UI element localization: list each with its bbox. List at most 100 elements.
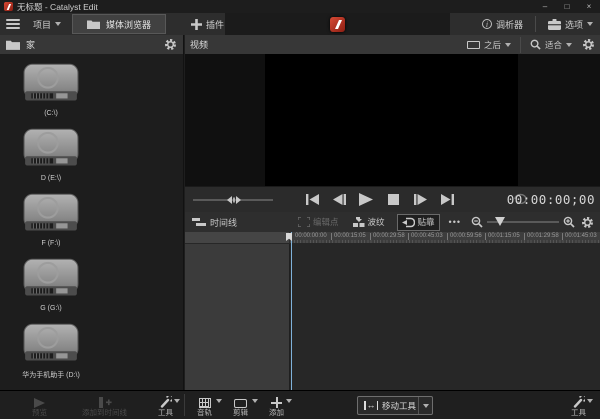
ruler-tick-label: 00:01:45:03 [562,233,597,240]
timeline-ruler[interactable]: 00:00:00:00 00:00:15:05 00:00:29:58 00:0… [185,232,600,243]
folder-icon [87,19,100,29]
gear-icon[interactable] [581,216,594,229]
plugins-label: 插件 [206,18,224,31]
play-button[interactable] [357,190,375,208]
preview-label: 预览 [32,409,47,417]
video-frame [265,54,518,186]
caret-down-icon [286,399,292,403]
timeline-track-area[interactable] [185,243,600,390]
add-button[interactable]: 添加 [269,397,284,417]
caret-down-icon [505,43,511,47]
project-menu[interactable]: 项目 [26,13,68,35]
edit-point-button[interactable]: 编辑点 [294,212,343,232]
ripple-button[interactable]: 波纹 [349,212,389,232]
hdd-icon [22,62,80,108]
edit-point-icon [298,217,310,227]
shuttle-handle-icon[interactable] [227,196,241,204]
divider [184,394,185,416]
tab-media-browser[interactable]: 媒体浏览器 [72,14,166,34]
close-button[interactable]: × [578,0,600,13]
snap-button[interactable]: 贴靠 [397,214,440,231]
divider [520,37,521,53]
add-to-timeline-button[interactable]: 添加到时间线 [82,397,127,417]
video-preview-area [185,54,600,186]
previous-frame-button[interactable] [330,190,348,208]
options-label: 选项 [565,18,583,31]
caret-down-icon [174,399,180,403]
go-to-end-button[interactable] [438,190,456,208]
timeline-title: 时间线 [185,216,244,229]
menu-bar: 项目 媒体浏览器 插件 i 调析器 [0,13,600,35]
zoom-slider-knob[interactable] [495,217,505,226]
ruler-tick-label: 00:00:45:03 [408,233,443,240]
tracks-grid-icon [199,398,211,408]
inspector-label: 调析器 [496,18,523,31]
clip-label: 剪辑 [233,409,248,417]
stop-button[interactable] [384,190,402,208]
app-logo-icon [4,2,13,11]
drive-label: G (G:\) [40,305,61,312]
track-header-column[interactable] [185,244,290,391]
hdd-icon [22,322,80,368]
zoom-in-icon[interactable] [563,216,575,228]
add-label: 添加 [269,409,284,417]
zoom-out-icon[interactable] [471,216,483,228]
timeline-title-label: 时间线 [210,216,237,229]
tools-left-button[interactable]: 工具 [158,396,173,417]
gear-icon[interactable] [582,38,595,51]
timeline-zoom-slider[interactable] [487,221,559,223]
transport-buttons [303,190,456,208]
compare-mode-value: 之后 [484,39,501,51]
drive-item-c[interactable]: (C:\) [10,62,92,117]
drive-item-g[interactable]: G (G:\) [10,257,92,312]
drive-item-f[interactable]: F (F:\) [10,192,92,247]
options-button[interactable]: 选项 [541,13,600,35]
zoom-level-value: 适合 [545,39,562,51]
caret-down-icon [55,22,61,26]
wrench-icon [572,396,585,408]
playhead-line[interactable] [291,232,292,390]
compare-mode-dropdown[interactable]: 之后 [463,35,515,54]
more-options-button[interactable]: ••• [445,217,465,227]
shuttle-slider[interactable] [193,199,273,201]
hamburger-menu-icon[interactable] [0,13,26,35]
tab-plugins[interactable]: 插件 [184,13,231,35]
video-panel-title: 视频 [190,38,208,51]
wrench-icon [159,396,172,408]
zoom-level-dropdown[interactable]: 适合 [526,35,576,54]
add-to-timeline-label: 添加到时间线 [82,409,127,417]
add-clip-icon [98,397,112,408]
drive-label: F (F:\) [41,240,60,247]
toolbox-icon [548,19,561,30]
ruler-tick-label: 00:01:15:05 [485,233,520,240]
move-tool-dropdown[interactable] [418,397,432,414]
caret-down-icon [587,399,593,403]
move-tool-label: 移动工具 [382,400,416,412]
timeline-header: 时间线 编辑点 波纹 贴靠 •• [185,212,600,232]
browser-header: 家 [0,35,183,54]
plus-icon [191,19,202,30]
divider [535,16,536,32]
inspector-button[interactable]: i 调析器 [475,13,530,35]
gear-icon[interactable] [164,38,177,51]
next-frame-button[interactable] [411,190,429,208]
magnifier-icon [530,39,541,50]
title-bar: 无标题 - Catalyst Edit – □ × [0,0,600,13]
move-tool-button[interactable]: ↔ 移动工具 [357,396,433,415]
minimize-button[interactable]: – [534,0,556,13]
caret-down-icon [423,404,429,408]
maximize-button[interactable]: □ [556,0,578,13]
transport-bar: 00:00:00;00 [185,186,600,212]
project-menu-label: 项目 [33,18,51,31]
clip-button[interactable]: 剪辑 [233,399,248,417]
tools-left-label: 工具 [158,409,173,417]
media-browser-panel: 家 (C:\) [0,35,184,390]
preview-button[interactable]: 预览 [32,398,47,417]
folder-icon[interactable] [6,39,20,50]
tracks-button[interactable]: 音轨 [197,398,212,417]
go-to-start-button[interactable] [303,190,321,208]
drive-item-huawei[interactable]: 华为手机助手 (D:\) [10,322,92,380]
play-icon [33,398,46,408]
tools-right-button[interactable]: 工具 [571,396,586,417]
drive-item-e[interactable]: D (E:\) [10,127,92,182]
